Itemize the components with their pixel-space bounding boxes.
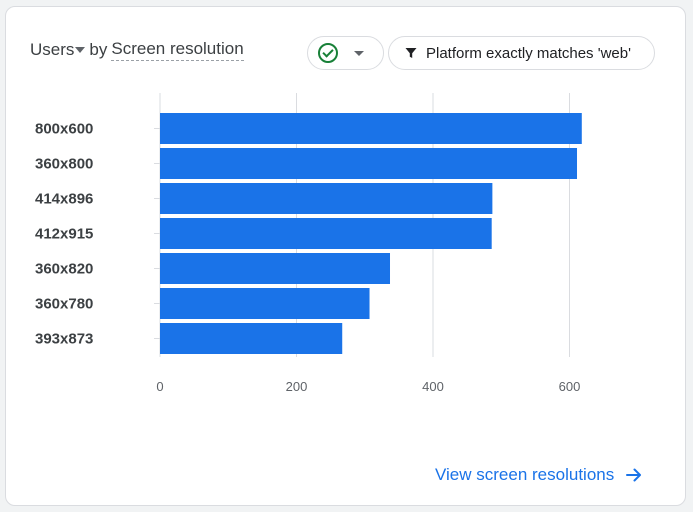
bar — [160, 218, 492, 249]
x-tick-label: 200 — [286, 379, 308, 394]
x-tick-label: 0 — [156, 379, 163, 394]
category-label: 360x820 — [35, 261, 93, 278]
category-label: 393x873 — [35, 331, 93, 348]
arrow-right-icon — [626, 468, 642, 482]
category-label: 414x896 — [35, 191, 93, 208]
category-label: 360x800 — [35, 156, 93, 173]
view-screen-resolutions-link[interactable]: View screen resolutions — [435, 464, 642, 486]
x-tick-label: 400 — [422, 379, 444, 394]
bar — [160, 288, 370, 319]
bar-chart: 0 200 400 600 800x600 360x800 414x896 412x915 36… — [35, 93, 582, 394]
category-label: 412x915 — [35, 226, 93, 243]
category-label: 800x600 — [35, 121, 93, 138]
bar — [160, 148, 578, 179]
bar — [160, 323, 343, 354]
category-label: 360x780 — [35, 296, 93, 313]
bar — [160, 253, 391, 284]
x-tick-label: 600 — [559, 379, 581, 394]
link-label: View screen resolutions — [435, 465, 615, 484]
bar — [160, 113, 582, 144]
bar — [160, 183, 493, 214]
